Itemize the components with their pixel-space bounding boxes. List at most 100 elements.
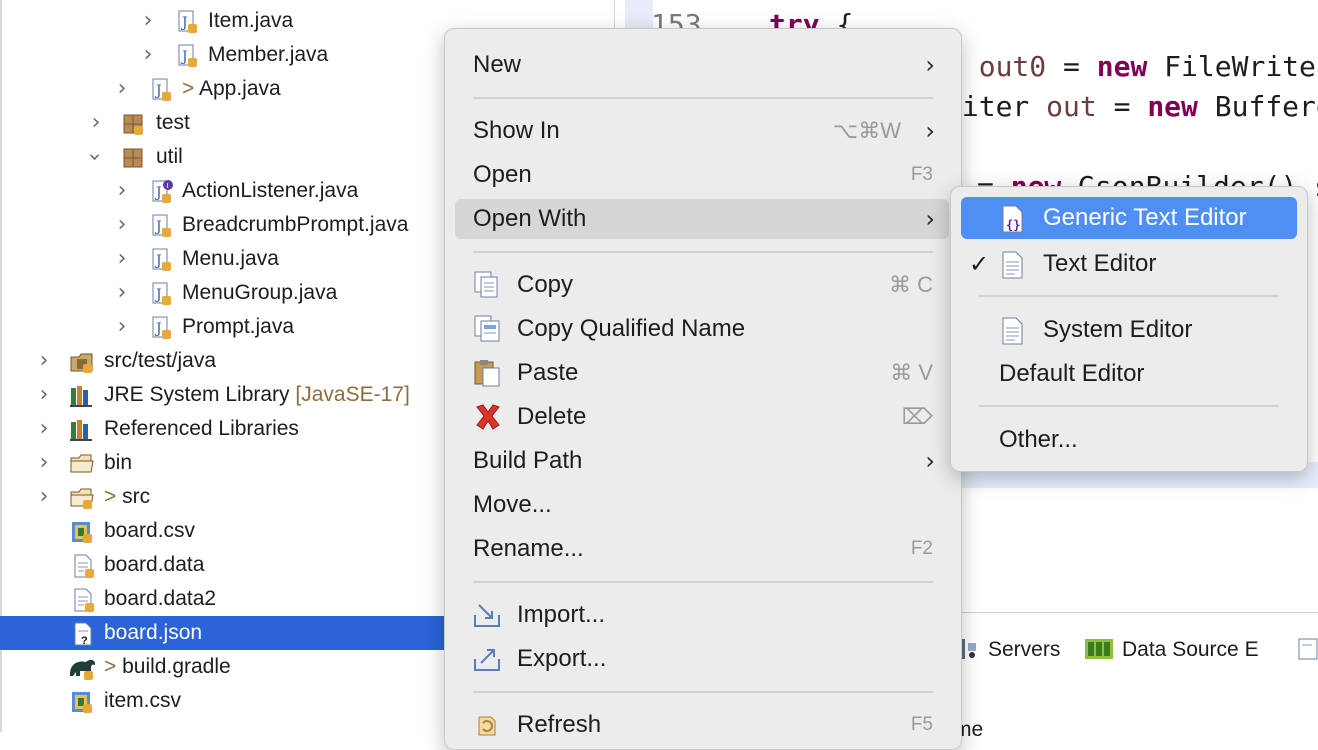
tree-item-actionlistener-java[interactable]: › JI ActionListener.java	[0, 174, 444, 208]
menu-item-import[interactable]: Import...	[455, 595, 949, 635]
folder-icon	[70, 454, 94, 473]
menu-item-build-path[interactable]: Build Path ›	[455, 441, 949, 481]
package-icon	[123, 148, 143, 168]
menu-item-shortcut: ⌥⌘W	[832, 118, 901, 143]
tree-item-member-java[interactable]: › J Member.java	[0, 38, 444, 72]
submenu-item-default-editor[interactable]: Default Editor	[961, 353, 1297, 395]
menu-item-paste[interactable]: Paste ⌘ V	[455, 353, 949, 393]
tree-item-board-json[interactable]: ? board.json	[0, 616, 444, 650]
chevron-right-icon[interactable]: ›	[34, 446, 54, 480]
git-dirty-marker: >	[104, 655, 123, 678]
tree-item-item-csv[interactable]: item.csv	[0, 684, 444, 718]
tree-item-bin[interactable]: › bin	[0, 446, 444, 480]
tab-servers[interactable]: Servers	[956, 633, 1060, 667]
menu-item-label: Paste	[517, 359, 579, 386]
menu-item-move[interactable]: Move...	[455, 485, 949, 525]
chevron-right-icon[interactable]: ›	[112, 174, 132, 208]
checkmark-icon: ✓	[969, 250, 990, 278]
svg-text:{}: {}	[1006, 218, 1020, 232]
chevron-right-icon[interactable]: ›	[138, 38, 158, 72]
tree-item-board-data[interactable]: board.data	[0, 548, 444, 582]
menu-separator	[473, 691, 933, 693]
menu-item-open-with[interactable]: Open With ›	[455, 199, 949, 239]
import-icon	[474, 604, 500, 627]
tree-item-board-csv[interactable]: board.csv	[0, 514, 444, 548]
menu-item-rename[interactable]: Rename... F2	[455, 529, 949, 569]
menu-item-label: Rename...	[473, 535, 584, 562]
file-icon	[74, 554, 94, 578]
chevron-down-icon[interactable]: ›	[77, 147, 111, 167]
menu-item-delete[interactable]: Delete ⌦	[455, 397, 949, 437]
tree-item-src[interactable]: › > src	[0, 480, 444, 514]
menu-item-shortcut: ⌘ C	[889, 272, 933, 297]
menu-item-label: Copy	[517, 271, 574, 298]
delete-key-shortcut: ⌦	[901, 404, 933, 429]
tree-item-src-test-java[interactable]: › src/test/java	[0, 344, 444, 378]
submenu-arrow-icon: ›	[925, 205, 935, 233]
menu-item-show-in[interactable]: Show In ⌥⌘W ›	[455, 111, 949, 151]
java-class-icon: J	[152, 214, 171, 237]
tree-item-label: ActionListener.java	[182, 179, 359, 202]
chevron-right-icon[interactable]: ›	[112, 242, 132, 276]
tree-item-build-gradle[interactable]: > build.gradle	[0, 650, 444, 684]
tree-item-referenced-libraries[interactable]: › Referenced Libraries	[0, 412, 444, 446]
tree-item-label: App.java	[198, 77, 281, 100]
menu-item-export[interactable]: Export...	[455, 639, 949, 679]
menu-item-copy-qualified-name[interactable]: Copy Qualified Name	[455, 309, 949, 349]
menu-item-label: Open	[473, 161, 532, 188]
tree-item-board-data2[interactable]: board.data2	[0, 582, 444, 616]
submenu-item-other[interactable]: Other...	[961, 419, 1297, 461]
jre-version-decoration: [JavaSE-17]	[295, 383, 410, 406]
menu-item-label: New	[473, 51, 522, 78]
console-icon[interactable]	[1298, 637, 1318, 661]
menu-item-copy[interactable]: Copy ⌘ C	[455, 265, 949, 305]
refresh-icon	[478, 716, 496, 736]
chevron-right-icon[interactable]: ›	[86, 106, 106, 140]
menu-item-refresh[interactable]: Refresh F5	[455, 705, 949, 745]
tab-data-source-explorer[interactable]: Data Source E	[1084, 633, 1259, 667]
chevron-right-icon[interactable]: ›	[34, 480, 54, 514]
chevron-right-icon[interactable]: ›	[138, 4, 158, 38]
menu-item-label: Show In	[473, 117, 560, 144]
menu-item-new[interactable]: New ›	[455, 45, 949, 85]
copy-qualified-name-icon	[474, 315, 500, 342]
tree-item-item-java[interactable]: › J Item.java	[0, 4, 444, 38]
menu-item-shortcut: F5	[910, 714, 933, 735]
open-with-submenu: {} Generic Text Editor ✓ Text Editor Sys…	[950, 186, 1308, 472]
svg-text:J: J	[154, 321, 162, 337]
csv-file-icon	[72, 692, 92, 713]
chevron-right-icon[interactable]: ›	[112, 310, 132, 344]
tree-item-prompt-java[interactable]: › J Prompt.java	[0, 310, 444, 344]
tree-item-util[interactable]: › util	[0, 140, 444, 174]
submenu-item-text-editor[interactable]: ✓ Text Editor	[961, 243, 1297, 285]
java-class-icon: J	[178, 10, 197, 33]
menu-separator	[473, 581, 933, 583]
submenu-item-system-editor[interactable]: System Editor	[961, 309, 1297, 351]
chevron-right-icon[interactable]: ›	[34, 344, 54, 378]
chevron-right-icon[interactable]: ›	[34, 412, 54, 446]
chevron-right-icon[interactable]: ›	[112, 276, 132, 310]
tree-item-test[interactable]: › test	[0, 106, 444, 140]
tree-item-menu-java[interactable]: › J Menu.java	[0, 242, 444, 276]
submenu-item-label: System Editor	[1043, 316, 1193, 343]
menu-item-shortcut: F2	[910, 538, 933, 559]
svg-text:J: J	[154, 219, 162, 235]
tree-item-breadcrumbprompt-java[interactable]: › J BreadcrumbPrompt.java	[0, 208, 444, 242]
tree-item-label: BreadcrumbPrompt.java	[182, 213, 409, 236]
menu-item-open[interactable]: Open F3	[455, 155, 949, 195]
chevron-right-icon[interactable]: ›	[34, 378, 54, 412]
folder-icon	[70, 488, 94, 509]
chevron-right-icon[interactable]: ›	[112, 208, 132, 242]
svg-text:J: J	[180, 15, 188, 31]
submenu-item-generic-text-editor[interactable]: {} Generic Text Editor	[961, 197, 1297, 239]
tree-item-jre-system-library[interactable]: › JRE System Library [JavaSE-17]	[0, 378, 444, 412]
tree-item-menugroup-java[interactable]: › J MenuGroup.java	[0, 276, 444, 310]
submenu-arrow-icon: ›	[925, 117, 935, 145]
tree-item-app-java[interactable]: › J > App.java	[0, 72, 444, 106]
tree-item-label: MenuGroup.java	[182, 281, 338, 304]
chevron-right-icon[interactable]: ›	[112, 72, 132, 106]
context-menu: New › Show In ⌥⌘W › Open F3 Open With › …	[444, 28, 962, 750]
submenu-item-label: Generic Text Editor	[1043, 204, 1247, 231]
library-icon	[70, 420, 92, 441]
tree-item-label: test	[156, 111, 190, 134]
